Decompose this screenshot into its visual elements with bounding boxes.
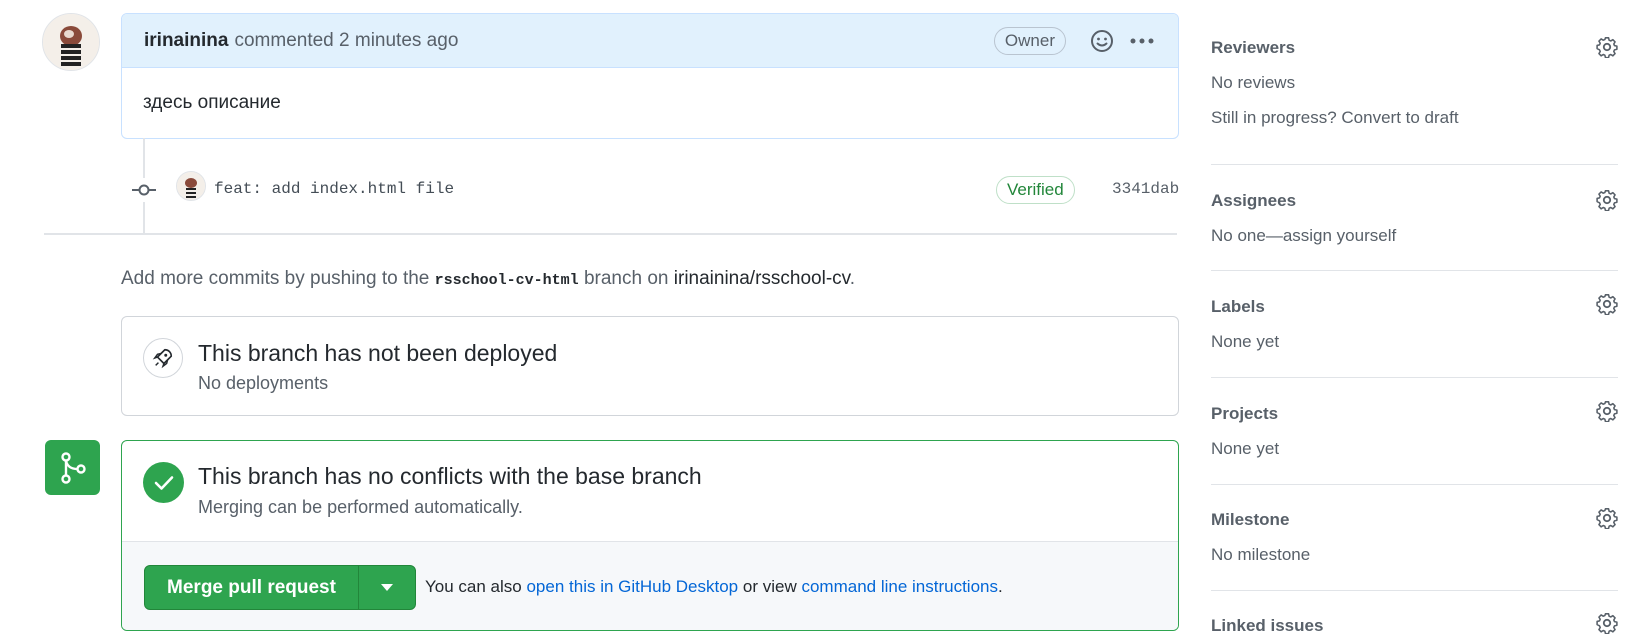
comment-action: commented bbox=[234, 29, 334, 51]
push-hint-suffix: . bbox=[849, 268, 856, 289]
merge-hint-middle: or view bbox=[742, 577, 797, 596]
linked-issues-title[interactable]: Linked issues bbox=[1211, 616, 1618, 636]
push-hint: Add more commits by pushing to the rssch… bbox=[121, 268, 855, 290]
open-desktop-link[interactable]: open this in GitHub Desktop bbox=[526, 577, 738, 596]
comment-body: здесь описание bbox=[143, 92, 281, 113]
reviewers-value: No reviews bbox=[1211, 73, 1296, 92]
deployment-subtitle: No deployments bbox=[198, 373, 329, 393]
merge-pull-request-button-group: Merge pull request bbox=[144, 565, 416, 610]
command-line-link[interactable]: command line instructions bbox=[801, 577, 998, 596]
kebab-icon[interactable] bbox=[1128, 27, 1156, 55]
convert-to-draft-link[interactable]: Still in progress? Convert to draft bbox=[1211, 108, 1618, 128]
commit-icon bbox=[132, 178, 156, 202]
comment-time[interactable]: 2 minutes ago bbox=[339, 30, 458, 52]
rocket-icon bbox=[143, 338, 183, 378]
milestone-value: No milestone bbox=[1211, 545, 1311, 564]
timeline-divider bbox=[44, 233, 1177, 235]
merge-hint-suffix: . bbox=[998, 577, 1003, 596]
linked-issues-gear-icon[interactable] bbox=[1596, 612, 1618, 639]
sidebar-divider bbox=[1211, 590, 1618, 591]
merge-status-subtitle: Merging can be performed automatically. bbox=[198, 497, 523, 517]
triangle-down-icon bbox=[381, 583, 393, 591]
assignees-value[interactable]: No one—assign yourself bbox=[1211, 226, 1618, 246]
branch-name: rsschool-cv-html bbox=[434, 272, 579, 289]
sidebar-reviewers: Reviewers No reviews Still in progress? … bbox=[1211, 38, 1618, 128]
deployment-title: This branch has not been deployed bbox=[198, 340, 558, 366]
merge-pull-request-button[interactable]: Merge pull request bbox=[145, 566, 358, 609]
sidebar-labels: Labels None yet bbox=[1211, 297, 1618, 352]
check-icon bbox=[143, 462, 184, 503]
merge-hint-prefix: You can also bbox=[425, 577, 522, 596]
labels-gear-icon[interactable] bbox=[1596, 293, 1618, 320]
commit-sha-link[interactable]: 3341dab bbox=[1112, 180, 1179, 198]
smiley-icon[interactable] bbox=[1088, 27, 1116, 55]
sidebar-divider bbox=[1211, 270, 1618, 271]
merge-status-area bbox=[122, 441, 1178, 542]
comment-box: irinainina commented 2 minutes ago Owner… bbox=[121, 13, 1179, 139]
merge-status-title: This branch has no conflicts with the ba… bbox=[198, 463, 702, 489]
labels-value: None yet bbox=[1211, 332, 1280, 351]
projects-value: None yet bbox=[1211, 439, 1280, 458]
avatar-image-icon bbox=[43, 14, 99, 70]
merge-method-dropdown[interactable] bbox=[359, 566, 415, 609]
projects-gear-icon[interactable] bbox=[1596, 400, 1618, 427]
sidebar-divider bbox=[1211, 377, 1618, 378]
reviewers-gear-icon[interactable] bbox=[1596, 36, 1618, 63]
sidebar-milestone: Milestone No milestone bbox=[1211, 510, 1618, 565]
push-hint-prefix: Add more commits by pushing to the bbox=[121, 268, 430, 289]
comment-header: irinainina commented 2 minutes ago Owner bbox=[122, 14, 1178, 68]
owner-badge: Owner bbox=[993, 26, 1066, 55]
reviewers-title[interactable]: Reviewers bbox=[1211, 38, 1618, 58]
author-avatar[interactable] bbox=[42, 13, 100, 71]
projects-title[interactable]: Projects bbox=[1211, 404, 1618, 424]
comment-author-link[interactable]: irinainina bbox=[144, 30, 228, 52]
repo-name: irinainina/rsschool-cv bbox=[673, 268, 850, 289]
merge-hint: You can also open this in GitHub Desktop… bbox=[425, 577, 1003, 597]
milestone-title[interactable]: Milestone bbox=[1211, 510, 1618, 530]
sidebar-divider bbox=[1211, 484, 1618, 485]
assignees-title[interactable]: Assignees bbox=[1211, 191, 1618, 211]
labels-title[interactable]: Labels bbox=[1211, 297, 1618, 317]
sidebar-divider bbox=[1211, 164, 1618, 165]
verified-badge[interactable]: Verified bbox=[996, 176, 1075, 204]
git-merge-icon bbox=[45, 440, 100, 495]
assignees-gear-icon[interactable] bbox=[1596, 189, 1618, 216]
sidebar-linked-issues: Linked issues bbox=[1211, 616, 1618, 636]
commit-author-avatar[interactable] bbox=[176, 171, 206, 201]
milestone-gear-icon[interactable] bbox=[1596, 507, 1618, 534]
commit-message-link[interactable]: feat: add index.html file bbox=[214, 180, 454, 198]
push-hint-middle: branch on bbox=[583, 268, 669, 289]
sidebar-assignees: Assignees No one—assign yourself bbox=[1211, 191, 1618, 246]
sidebar-projects: Projects None yet bbox=[1211, 404, 1618, 459]
